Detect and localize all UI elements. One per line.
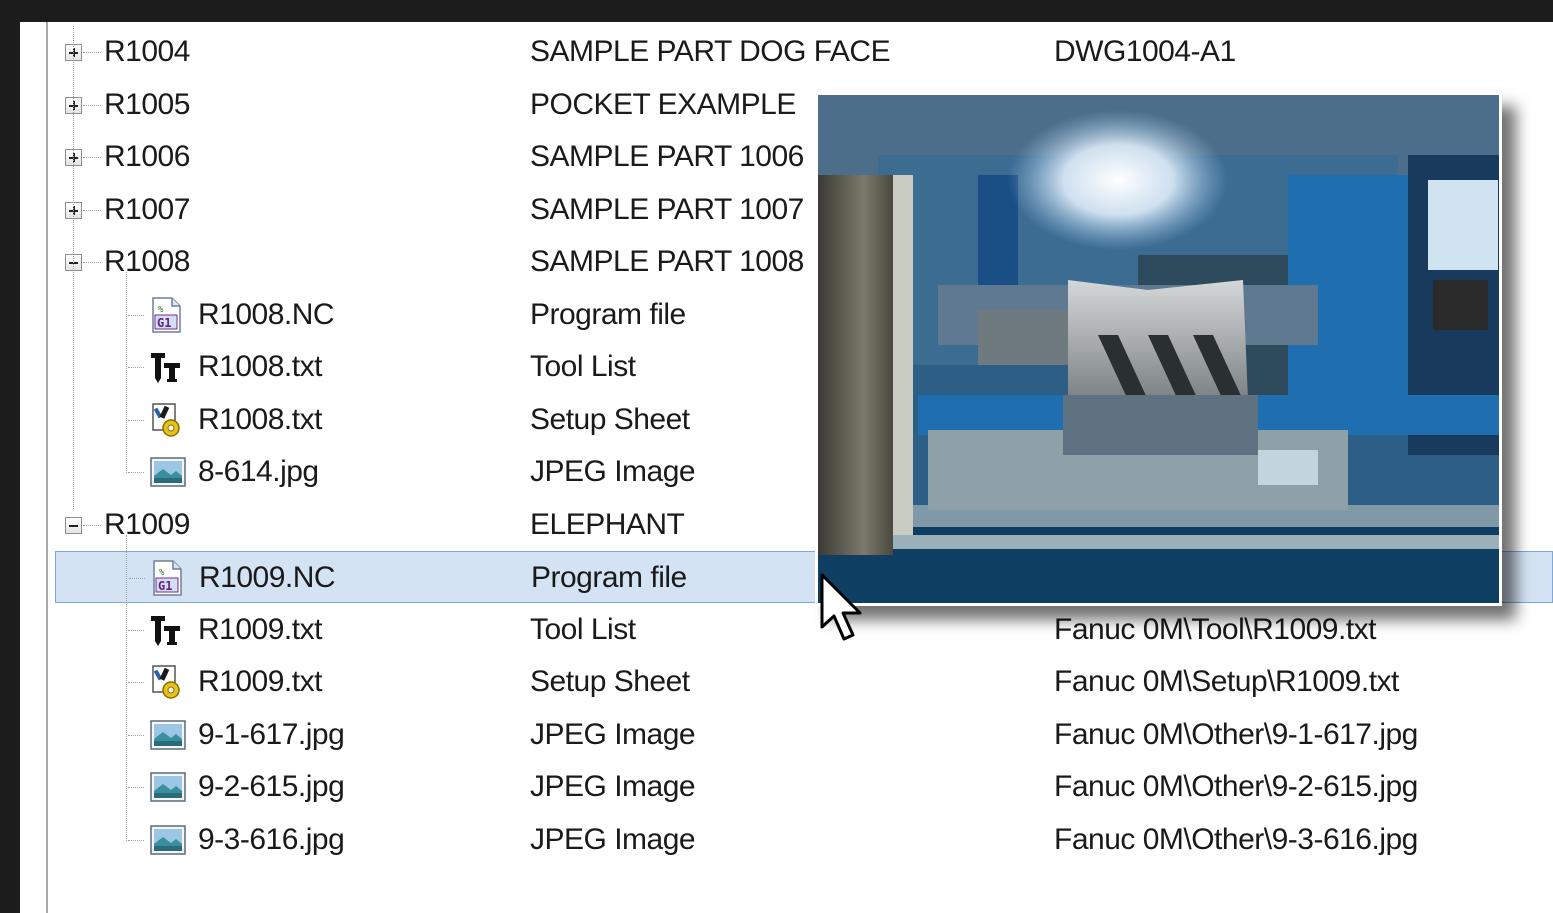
tree-file-row[interactable]: R1009.txt Setup Sheet Fanuc 0M\Setup\R1009… xyxy=(20,656,1553,708)
file-name: 9-2-615.jpg xyxy=(198,770,345,803)
jpeg-image-icon xyxy=(149,454,186,490)
mouse-pointer-icon xyxy=(820,573,862,641)
tree-connector xyxy=(128,367,144,368)
path-cell: DWG1004-A1 xyxy=(1054,35,1236,68)
tree-connector xyxy=(128,734,144,736)
folder-name: R1007 xyxy=(104,192,190,226)
description-cell: SAMPLE PART 1008 xyxy=(530,245,804,278)
description-cell: SAMPLE PART 1006 xyxy=(530,140,804,173)
folder-name: R1008 xyxy=(104,245,190,278)
tree-connector xyxy=(83,52,101,53)
file-name: R1008.txt xyxy=(198,350,322,383)
description-cell: JPEG Image xyxy=(530,770,696,803)
description-cell: JPEG Image xyxy=(530,822,696,856)
tree-connector xyxy=(128,629,144,631)
svg-text:%: % xyxy=(158,305,164,315)
description-cell: SAMPLE PART 1007 xyxy=(530,192,804,226)
tree-file-row[interactable]: R1009.txt Tool List Fanuc 0M\Tool\R1009.tx… xyxy=(20,604,1553,656)
path-cell: Fanuc 0M\Other\9-3-616.jpg xyxy=(1054,822,1418,856)
tree-connector xyxy=(83,104,101,106)
folder-name: R1004 xyxy=(104,35,190,68)
file-name: R1008.txt xyxy=(198,402,322,436)
tool-list-icon xyxy=(149,349,183,385)
setup-sheet-icon xyxy=(149,664,183,700)
setup-sheet-icon xyxy=(149,402,183,438)
tree-file-row[interactable]: 9-3-616.jpg JPEG Image Fanuc 0M\Other\9-3-… xyxy=(20,814,1553,866)
file-name: R1008.NC xyxy=(198,297,335,331)
nc-program-file-icon: % G1 xyxy=(149,296,183,333)
description-cell: Program file xyxy=(531,561,687,594)
tree-connector xyxy=(128,839,144,841)
description-cell: Setup Sheet xyxy=(530,402,690,436)
tree-connector xyxy=(83,524,101,526)
description-cell: POCKET EXAMPLE xyxy=(530,87,796,121)
tree-file-row[interactable]: 9-2-615.jpg JPEG Image Fanuc 0M\Other\9-2-… xyxy=(20,761,1553,813)
tree-file-row[interactable]: 9-1-617.jpg JPEG Image Fanuc 0M\Other\9-1-… xyxy=(20,709,1553,761)
image-preview-popup xyxy=(815,92,1502,606)
nc-program-file-icon: % G1 xyxy=(150,560,184,596)
description-cell: JPEG Image xyxy=(530,717,696,751)
path-cell: Fanuc 0M\Setup\R1009.txt xyxy=(1054,665,1399,698)
tree-connector-vertical xyxy=(126,534,127,841)
jpeg-image-icon xyxy=(149,717,186,753)
description-cell: ELEPHANT xyxy=(530,507,685,541)
file-name: 8-614.jpg xyxy=(198,455,319,488)
svg-text:G1: G1 xyxy=(157,316,171,330)
collapse-icon[interactable] xyxy=(65,516,82,534)
tree-connector xyxy=(128,682,144,683)
path-cell: Fanuc 0M\Tool\R1009.txt xyxy=(1054,612,1377,646)
svg-text:%: % xyxy=(159,568,165,578)
folder-name: R1005 xyxy=(104,87,190,121)
description-cell: Setup Sheet xyxy=(530,665,690,698)
description-cell: JPEG Image xyxy=(530,455,696,488)
description-cell: Program file xyxy=(530,297,686,331)
tree-connector xyxy=(128,314,144,316)
folder-name: R1009 xyxy=(104,507,190,541)
tree-connector-vertical xyxy=(73,26,74,509)
description-cell: SAMPLE PART DOG FACE xyxy=(530,35,891,68)
tree-connector xyxy=(128,787,144,788)
tree-connector xyxy=(129,578,145,579)
tree-connector xyxy=(83,157,101,158)
file-name: 9-3-616.jpg xyxy=(198,822,345,856)
path-cell: Fanuc 0M\Other\9-2-615.jpg xyxy=(1054,770,1418,803)
machine-photo xyxy=(818,95,1499,603)
path-cell: Fanuc 0M\Other\9-1-617.jpg xyxy=(1054,717,1418,751)
description-cell: Tool List xyxy=(530,612,636,646)
tree-connector xyxy=(83,262,101,263)
tree-connector xyxy=(128,419,144,421)
tree-folder-row[interactable]: R1004 SAMPLE PART DOG FACE DWG1004-A1 xyxy=(20,26,1553,78)
jpeg-image-icon xyxy=(149,822,186,858)
tool-list-icon xyxy=(149,612,183,648)
svg-text:G1: G1 xyxy=(158,579,172,593)
tree-connector xyxy=(83,209,101,211)
file-name: R1009.txt xyxy=(198,612,322,646)
file-name: R1009.txt xyxy=(198,665,322,698)
description-cell: Tool List xyxy=(530,350,636,383)
jpeg-image-icon xyxy=(149,769,186,805)
file-name: 9-1-617.jpg xyxy=(198,717,345,751)
tree-connector xyxy=(128,472,144,473)
file-name: R1009.NC xyxy=(199,561,336,594)
folder-name: R1006 xyxy=(104,140,190,173)
tree-connector-vertical xyxy=(126,272,127,473)
